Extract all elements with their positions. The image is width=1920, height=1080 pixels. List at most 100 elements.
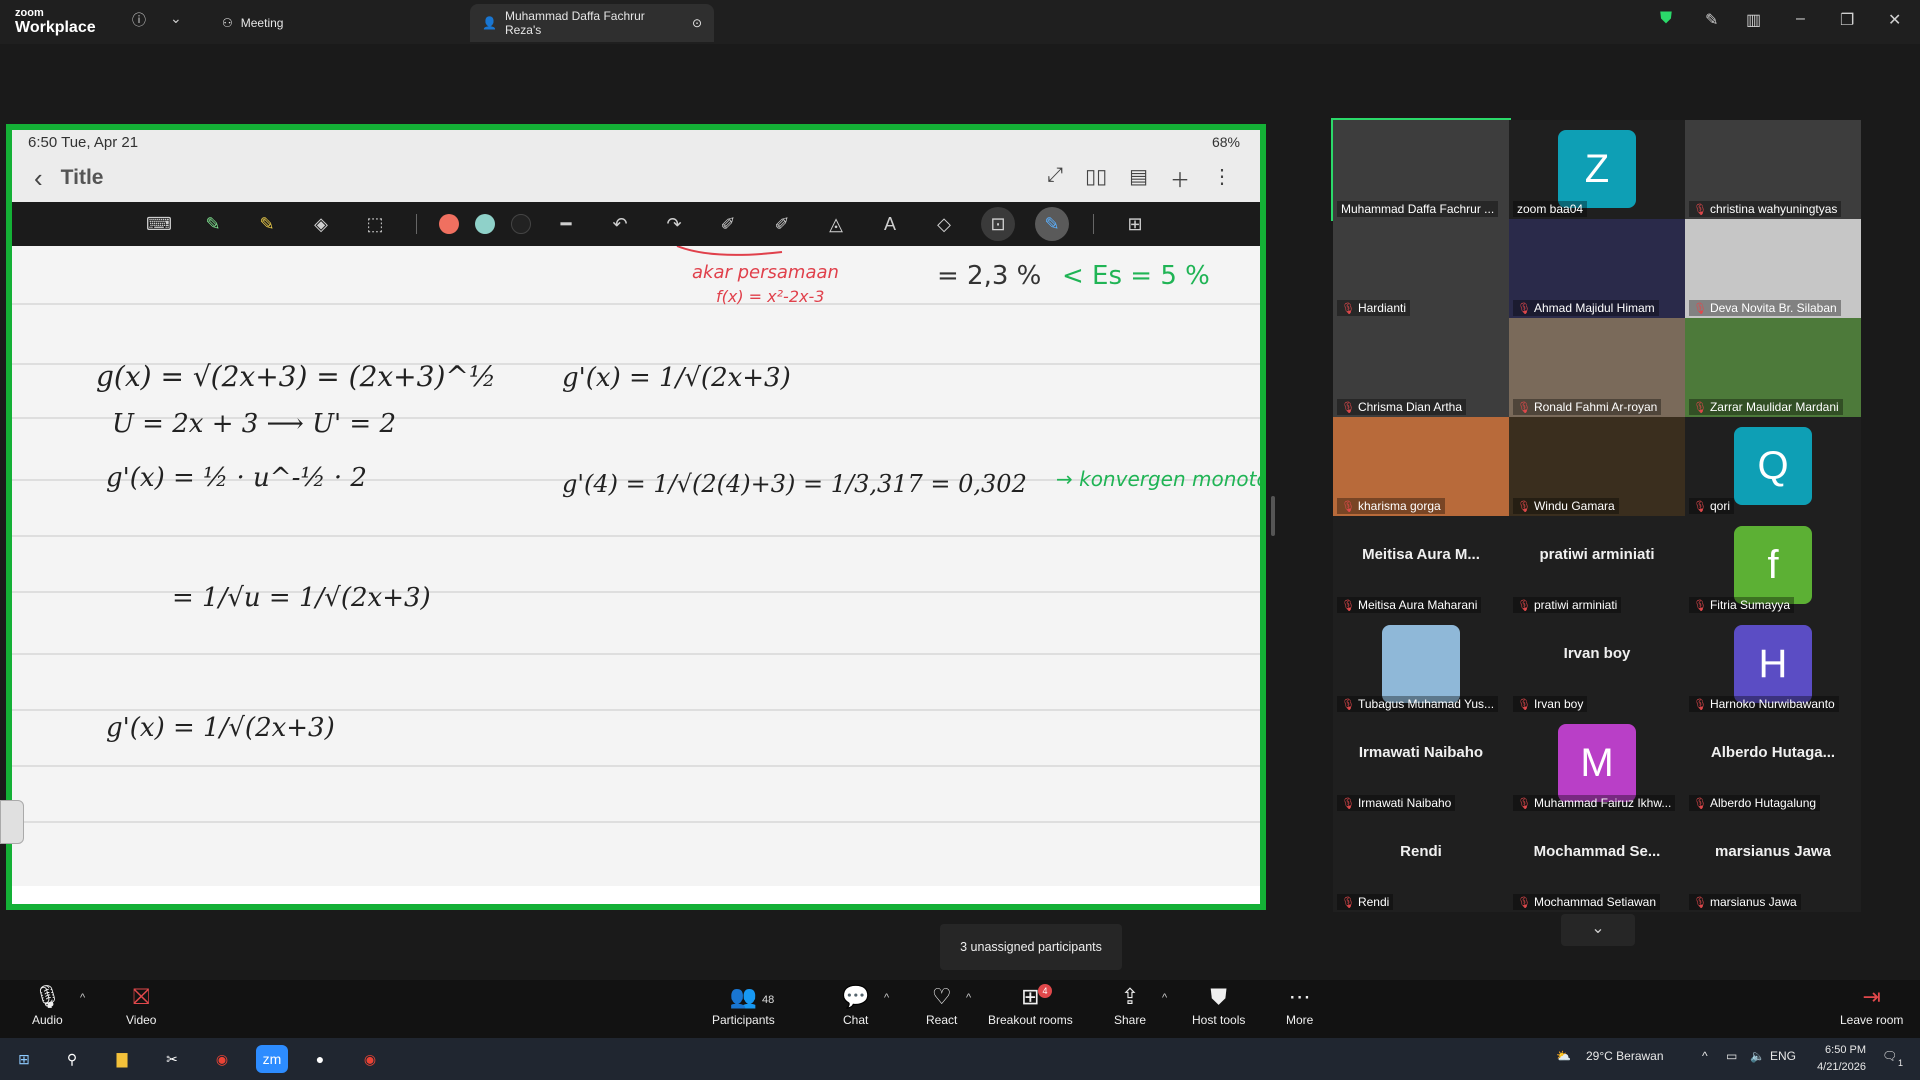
undo-icon[interactable]: ↶ [593, 214, 647, 235]
add-icon[interactable]: ＋ [1170, 164, 1190, 193]
stylus-icon[interactable]: ✎ [1035, 207, 1069, 241]
windows-start-icon[interactable]: ⊞ [10, 1045, 38, 1073]
text-convert-icon[interactable]: A [863, 214, 917, 235]
participant-tile[interactable]: 🎙 kharisma gorga [1333, 417, 1509, 516]
gallery-scroll-down-icon[interactable]: ⌄ [1561, 914, 1635, 946]
participant-tile[interactable]: 🎙 Chrisma Dian Artha [1333, 318, 1509, 417]
participant-tile[interactable]: Meitisa Aura M... 🎙 Meitisa Aura Maharani [1333, 516, 1509, 615]
share-options-caret[interactable]: ^ [1162, 992, 1167, 1004]
participant-tile[interactable]: Muhammad Daffa Fachrur ... [1331, 118, 1511, 221]
chat-options-caret[interactable]: ^ [884, 992, 889, 1004]
participant-tile[interactable]: 🎙 Deva Novita Br. Silaban [1685, 219, 1861, 318]
more-button[interactable]: ⋯ More [1286, 984, 1313, 1027]
participant-name: 🎙 Meitisa Aura Maharani [1337, 597, 1482, 613]
participant-tile[interactable]: 🎙 Tubagus Muhamad Yus... [1333, 615, 1509, 714]
pen-icon[interactable]: ✎ [186, 214, 240, 235]
clock-date: 4/21/2026 [1817, 1061, 1866, 1073]
split-divider[interactable] [1271, 496, 1275, 536]
restore-icon[interactable]: ❐ [1840, 10, 1854, 30]
participant-tile[interactable]: 🎙 christina wahyuningtyas [1685, 120, 1861, 219]
volume-icon[interactable]: 🔈 [1750, 1049, 1765, 1063]
keyboard-icon[interactable]: ⌨ [132, 214, 186, 235]
participant-name-text: Irmawati Naibaho [1357, 796, 1452, 810]
shape-pen-icon[interactable]: ✐ [755, 214, 809, 235]
expand-icon[interactable]: ⤢ [1047, 164, 1063, 193]
participant-tile[interactable]: 🎙 Ronald Fahmi Ar-royan [1509, 318, 1685, 417]
highlighter-icon[interactable]: ✎ [240, 214, 294, 235]
chrome-icon[interactable]: ◉ [208, 1045, 236, 1073]
book-icon[interactable]: ▯▯ [1085, 164, 1107, 193]
network-icon[interactable]: ▭ [1726, 1049, 1737, 1063]
react-button[interactable]: ♡ React [926, 984, 957, 1027]
fill-icon[interactable]: ◬ [809, 214, 863, 235]
audio-button[interactable]: 🎙 Audio [32, 984, 63, 1027]
participant-tile[interactable]: marsianus Jawa 🎙 marsianus Jawa [1685, 813, 1861, 912]
back-icon[interactable]: ‹ [34, 163, 43, 194]
react-options-caret[interactable]: ^ [966, 992, 971, 1004]
search-icon[interactable]: ⚲ [58, 1045, 86, 1073]
audio-options-caret[interactable]: ^ [80, 992, 85, 1004]
weather-icon[interactable]: ⛅ [1556, 1049, 1571, 1063]
tray-expand-icon[interactable]: ^ [1702, 1049, 1708, 1063]
people-icon: ⚇ [222, 16, 233, 30]
logo-line1: zoom [15, 7, 44, 19]
participant-tile[interactable]: 🎙 Windu Gamara [1509, 417, 1685, 516]
obs-icon[interactable]: ● [306, 1045, 334, 1073]
shapes-icon[interactable]: ◇ [917, 214, 971, 235]
color-black-swatch[interactable] [511, 214, 531, 234]
template-icon[interactable]: ▤ [1129, 164, 1148, 193]
redo-icon[interactable]: ↷ [647, 214, 701, 235]
participant-tile[interactable]: Irvan boy 🎙 Irvan boy [1509, 615, 1685, 714]
grid-menu-icon[interactable]: ⊞ [1108, 214, 1162, 235]
lock-icon[interactable]: ⊡ [981, 207, 1015, 241]
participant-tile[interactable]: pratiwi arminiati 🎙 pratiwi arminiati [1509, 516, 1685, 615]
info-icon[interactable]: ⓘ [132, 10, 146, 30]
participant-tile[interactable]: H 🎙 Harnoko Nurwibawanto [1685, 615, 1861, 714]
tab-share[interactable]: 👤 Muhammad Daffa Fachrur Reza's ⊙ [470, 4, 714, 42]
participant-tile[interactable]: 🎙 Zarrar Maulidar Mardani [1685, 318, 1861, 417]
stroke-width-icon[interactable]: ━ [539, 214, 593, 235]
eraser-icon[interactable]: ◈ [294, 214, 348, 235]
minimize-icon[interactable]: – [1796, 10, 1805, 28]
panel-handle[interactable] [0, 800, 24, 844]
participant-tile[interactable]: Zzoom baa04 [1509, 120, 1685, 219]
snipping-tool-icon[interactable]: ✂ [158, 1045, 186, 1073]
zoom-app-icon[interactable]: zm [256, 1045, 288, 1073]
notification-icon[interactable]: 🗨 [1882, 1049, 1897, 1063]
participant-tile[interactable]: Alberdo Hutaga... 🎙 Alberdo Hutagalung [1685, 714, 1861, 813]
breakout-rooms-button[interactable]: ⊞ Breakout rooms [988, 984, 1073, 1027]
participant-tile[interactable]: f 🎙 Fitria Sumayya [1685, 516, 1861, 615]
shared-screen[interactable]: 6:50 Tue, Apr 21 68% ‹ Title ⤢ ▯▯ ▤ ＋ ⋮ … [6, 124, 1266, 910]
kebab-icon[interactable]: ⋮ [1212, 164, 1232, 193]
participant-tile[interactable]: 🎙 Ahmad Majidul Himam [1509, 219, 1685, 318]
note-canvas[interactable]: akar persamaan f(x) = x²-2x-3 = 2,3 % < … [12, 246, 1260, 886]
host-tools-button[interactable]: ⛊ Host tools [1192, 984, 1245, 1027]
shield-icon[interactable]: ⛊ [1660, 10, 1672, 28]
share-button[interactable]: ⇪ Share [1114, 984, 1146, 1027]
participant-tile[interactable]: M 🎙 Muhammad Fairuz Ikhw... [1509, 714, 1685, 813]
color-teal-swatch[interactable] [475, 214, 495, 234]
layout-icon[interactable]: ▥ [1746, 10, 1761, 30]
chrome-profile-icon[interactable]: ◉ [356, 1045, 384, 1073]
more-options-icon[interactable]: ⊙ [692, 16, 702, 30]
video-button[interactable]: ⛝ Video [126, 984, 156, 1027]
participant-tile[interactable]: Rendi 🎙 Rendi [1333, 813, 1509, 912]
file-explorer-icon[interactable]: ▇ [108, 1045, 136, 1073]
taskbar-clock[interactable]: 6:50 PM 4/21/2026 [1786, 1042, 1866, 1076]
tab-meeting[interactable]: ⚇ Meeting [210, 4, 295, 42]
participant-tile[interactable]: Q 🎙 qori [1685, 417, 1861, 516]
leave-room-button[interactable]: ⇥ Leave room [1840, 984, 1903, 1027]
color-red-swatch[interactable] [439, 214, 459, 234]
pen-settings-icon[interactable]: ✐ [701, 214, 755, 235]
chat-button[interactable]: 💬 Chat [842, 984, 869, 1027]
participant-tile[interactable]: Mochammad Se... 🎙 Mochammad Setiawan [1509, 813, 1685, 912]
chevron-down-icon[interactable]: ⌄ [170, 10, 182, 27]
close-icon[interactable]: ✕ [1888, 10, 1901, 30]
mic-off-icon: 🎙 [1341, 896, 1355, 909]
participant-tile[interactable]: Irmawati Naibaho 🎙 Irmawati Naibaho [1333, 714, 1509, 813]
participant-tile[interactable]: 🎙 Hardianti [1333, 219, 1509, 318]
lasso-icon[interactable]: ⬚ [348, 214, 402, 235]
annotate-icon[interactable]: ✎ [1705, 10, 1718, 30]
mic-off-icon: 🎙 [1517, 302, 1531, 315]
weather-text[interactable]: 29°C Berawan [1586, 1049, 1664, 1063]
